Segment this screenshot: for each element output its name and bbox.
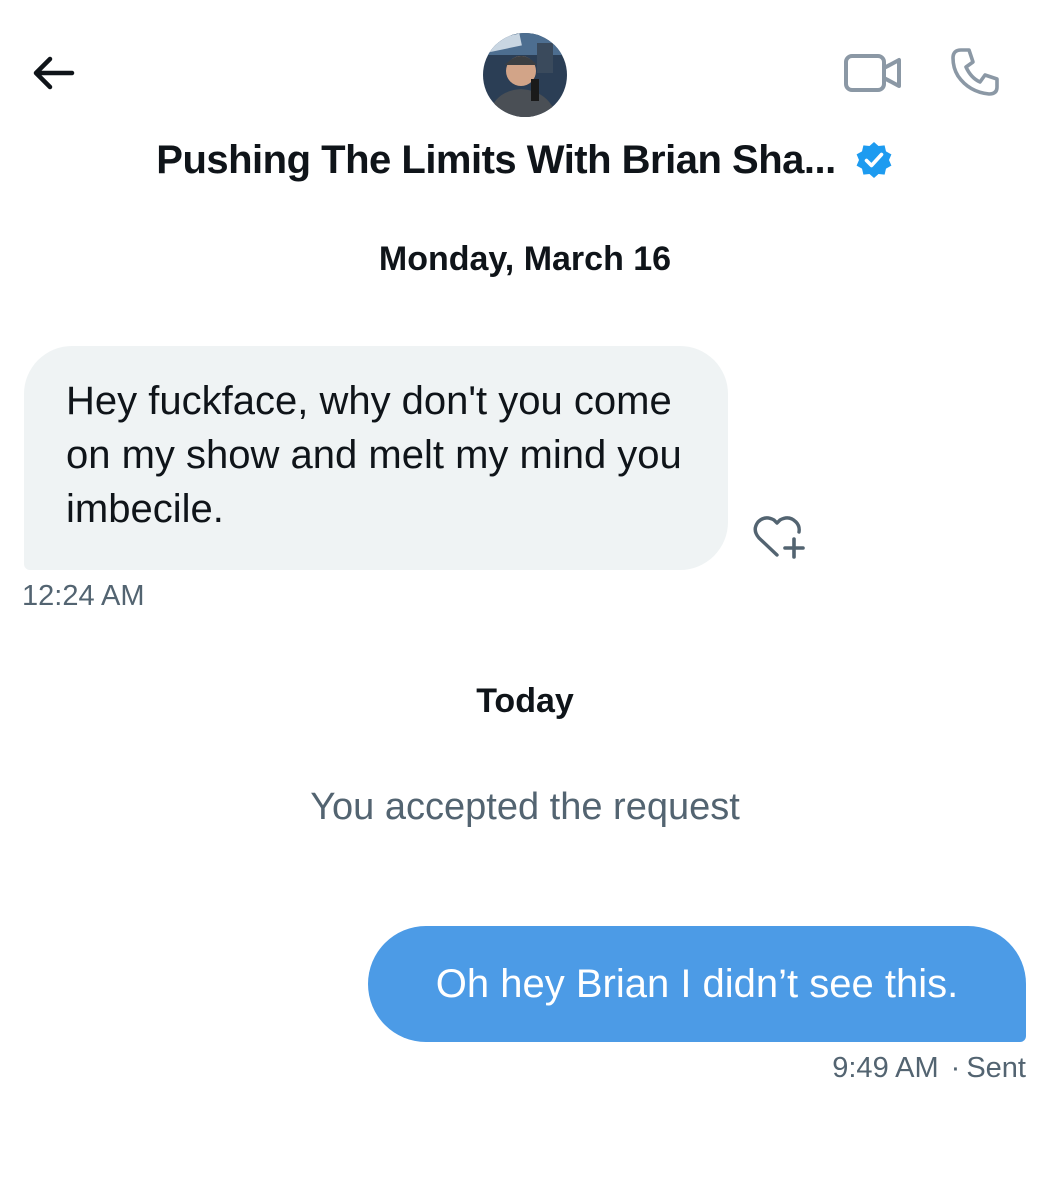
received-message-time: 12:24 AM [22,580,145,612]
verified-badge-icon [854,140,894,180]
conversation-title[interactable]: Pushing The Limits With Brian Sha... [156,138,836,183]
date-separator: Today [476,682,574,720]
video-camera-icon [843,52,903,99]
back-button[interactable] [24,50,80,100]
received-message-bubble[interactable]: Hey fuckface, why don't you come on my s… [24,346,728,570]
sent-message-bubble[interactable]: Oh hey Brian I didn’t see this. [368,926,1026,1042]
system-message: You accepted the request [310,786,740,828]
avatar[interactable] [483,33,567,117]
phone-icon [949,46,1001,103]
sent-message-meta: 9:49 AM · Sent [832,1052,1026,1085]
video-call-button[interactable] [840,50,906,100]
arrow-left-icon [28,53,76,98]
add-reaction-button[interactable] [746,508,816,570]
date-separator: Monday, March 16 [378,240,672,278]
title-row: Pushing The Limits With Brian Sha... [0,132,1050,188]
conversation-header: Pushing The Limits With Brian Sha... [0,0,1050,200]
sent-message-time: 9:49 AM [832,1052,939,1084]
received-message-text: Hey fuckface, why don't you come on my s… [66,379,682,531]
meta-separator: · [950,1052,961,1084]
sent-message-text: Oh hey Brian I didn’t see this. [435,961,959,1006]
sent-status: Sent [966,1052,1026,1084]
voice-call-button[interactable] [944,46,1006,102]
heart-plus-icon [750,511,812,568]
